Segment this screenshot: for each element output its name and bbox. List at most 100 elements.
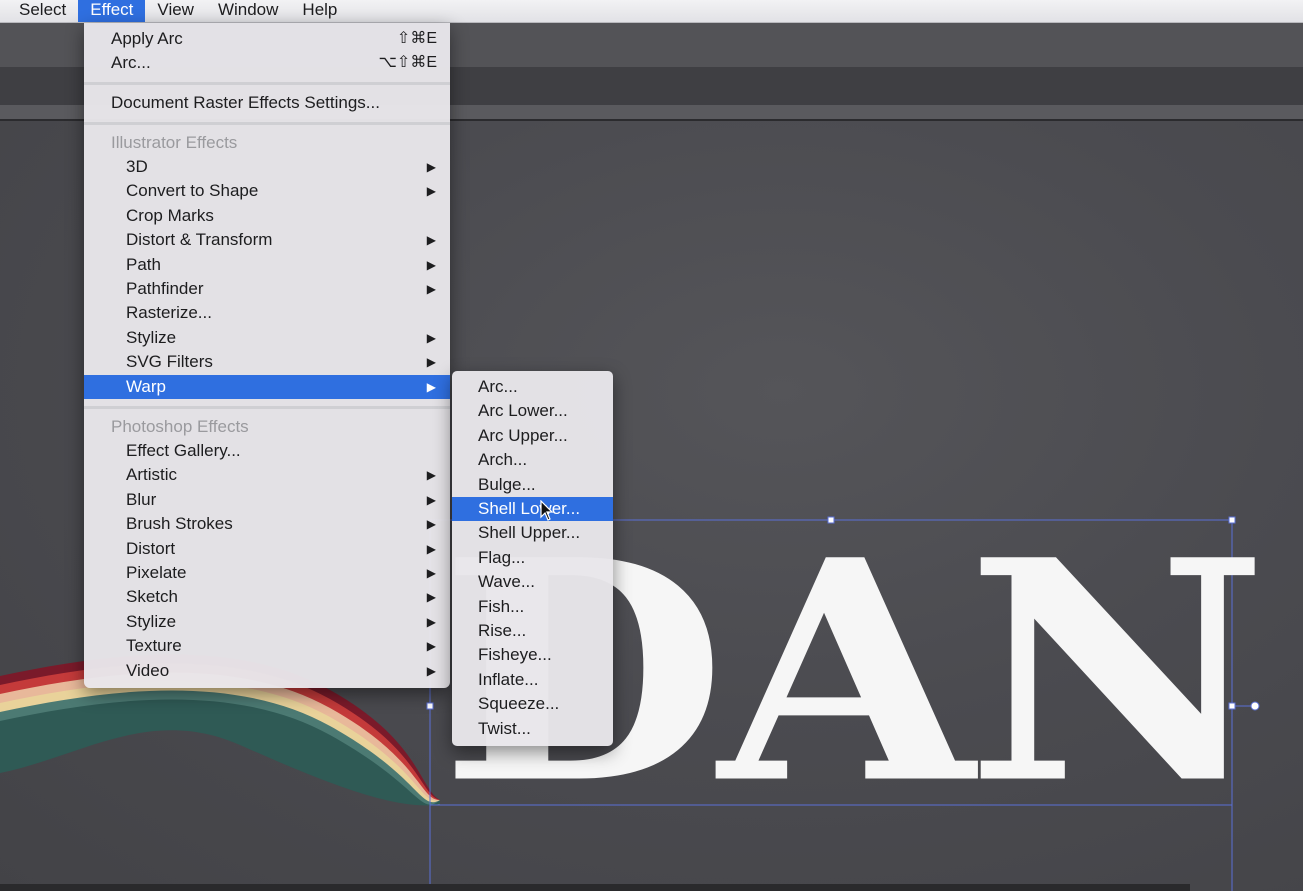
mouse-pointer-icon [540, 500, 554, 521]
menu-item-label: Rasterize... [126, 303, 212, 323]
submenu-arrow-icon: ▶ [426, 566, 436, 580]
menu-item-label: Arc... [478, 377, 518, 396]
submenu-arrow-icon: ▶ [426, 257, 436, 272]
menu-item-apply-arc[interactable]: Apply Arc ⇧⌘E [84, 27, 450, 51]
menu-item-effect-gallery[interactable]: Effect Gallery... [84, 439, 450, 463]
shortcut-label: ⇧⌘E [396, 30, 437, 47]
menu-item-label: Video [126, 660, 170, 680]
menu-item-document-raster-effects[interactable]: Document Raster Effects Settings... [84, 91, 450, 115]
submenu-arrow-icon: ▶ [426, 541, 436, 556]
menu-item-label: Stylize [126, 327, 177, 347]
menu-item-label: Squeeze... [478, 694, 560, 714]
warp-item-squeeze[interactable]: Squeeze... [452, 692, 613, 716]
menu-item-label: Arc... [111, 53, 151, 72]
warp-item-arch[interactable]: Arch... [452, 448, 613, 472]
warp-item-shell-lower[interactable]: Shell Lower... [452, 497, 613, 521]
warp-item-bulge[interactable]: Bulge... [452, 473, 613, 497]
menu-item-label: Arch... [478, 450, 528, 470]
warp-item-inflate[interactable]: Inflate... [452, 668, 613, 692]
menu-item-brush-strokes[interactable]: Brush Strokes ▶ [84, 512, 450, 536]
warp-item-arc-lower[interactable]: Arc Lower... [452, 399, 613, 423]
menubar-select[interactable]: Select [0, 0, 78, 22]
menu-item-label: Distort [126, 538, 176, 558]
menu-item-crop-marks[interactable]: Crop Marks [84, 204, 450, 228]
menu-item-label: Shell Upper... [478, 523, 581, 543]
warp-item-wave[interactable]: Wave... [452, 570, 613, 594]
warp-item-fish[interactable]: Fish... [452, 595, 613, 619]
menu-item-video[interactable]: Video ▶ [84, 659, 450, 683]
menu-item-distort[interactable]: Distort ▶ [84, 537, 450, 561]
menubar-view[interactable]: View [145, 0, 206, 22]
menu-item-label: 3D [126, 157, 148, 176]
menu-separator [84, 122, 450, 125]
menu-item-label: Apply Arc [111, 29, 183, 48]
submenu-arrow-icon: ▶ [426, 468, 436, 483]
menu-item-warp[interactable]: Warp ▶ [84, 374, 450, 399]
warp-item-arc[interactable]: Arc... [452, 375, 613, 399]
menu-item-label: Brush Strokes [126, 514, 233, 534]
menu-item-texture[interactable]: Texture ▶ [84, 634, 450, 658]
menu-item-label: Blur [126, 489, 157, 509]
menu-item-sketch[interactable]: Sketch ▶ [84, 585, 450, 609]
submenu-arrow-icon: ▶ [426, 233, 436, 248]
menu-item-artistic[interactable]: Artistic ▶ [84, 463, 450, 487]
menu-item-stylize[interactable]: Stylize ▶ [84, 326, 450, 350]
menu-item-label: Rise... [478, 621, 527, 640]
menu-item-label: Distort & Transform [126, 230, 273, 250]
menubar-effect[interactable]: Effect [78, 0, 146, 22]
illustrator-effects-header: Illustrator Effects [111, 133, 238, 152]
menu-item-label: Convert to Shape [126, 181, 259, 201]
shortcut-label: ⌥⇧⌘E [378, 54, 437, 71]
menu-item-label: SVG Filters [126, 352, 213, 372]
warp-item-rise[interactable]: Rise... [452, 619, 613, 643]
menu-item-label: Pathfinder [126, 279, 204, 298]
submenu-arrow-icon: ▶ [426, 492, 436, 507]
menu-item-label: Wave... [478, 572, 535, 592]
menu-item-stylize[interactable]: Stylize ▶ [84, 610, 450, 634]
menu-item-label: Inflate... [478, 669, 539, 689]
status-bar [0, 884, 1190, 891]
warp-item-arc-upper[interactable]: Arc Upper... [452, 424, 613, 448]
menubar-window[interactable]: Window [206, 0, 290, 22]
menu-item-svg-filters[interactable]: SVG Filters ▶ [84, 350, 450, 374]
warp-item-shell-upper[interactable]: Shell Upper... [452, 521, 613, 545]
submenu-arrow-icon: ▶ [426, 282, 436, 296]
submenu-arrow-icon: ▶ [426, 663, 436, 678]
menu-item-3d[interactable]: 3D ▶ [84, 155, 450, 179]
menu-item-label: Shell Lower... [478, 499, 581, 518]
submenu-arrow-icon: ▶ [426, 184, 436, 199]
warp-submenu: Arc... Arc Lower... Arc Upper... Arch... Bul… [452, 371, 613, 746]
warp-item-flag[interactable]: Flag... [452, 546, 613, 570]
menubar-help[interactable]: Help [290, 0, 349, 22]
submenu-arrow-icon: ▶ [426, 379, 436, 394]
menu-item-rasterize[interactable]: Rasterize... [84, 301, 450, 325]
menu-separator [84, 406, 450, 409]
menu-item-label: Bulge... [478, 474, 536, 494]
menu-item-label: Fisheye... [478, 645, 552, 665]
submenu-arrow-icon: ▶ [426, 639, 436, 654]
warp-item-twist[interactable]: Twist... [452, 717, 613, 741]
menu-item-distort-transform[interactable]: Distort & Transform ▶ [84, 228, 450, 252]
effect-menu: Apply Arc ⇧⌘E Arc... ⌥⇧⌘E Document Raste… [84, 23, 450, 688]
handle-middle-left[interactable] [426, 702, 434, 710]
submenu-arrow-icon: ▶ [426, 614, 436, 629]
menu-item-label: Pixelate [126, 563, 187, 582]
menu-item-label: Twist... [478, 718, 531, 738]
menu-item-label: Sketch [126, 587, 178, 607]
menu-item-label: Arc Lower... [478, 401, 568, 421]
menu-item-path[interactable]: Path ▶ [84, 253, 450, 277]
menu-item-pathfinder[interactable]: Pathfinder ▶ [84, 277, 450, 301]
menu-item-convert-to-shape[interactable]: Convert to Shape ▶ [84, 179, 450, 203]
warp-item-fisheye[interactable]: Fisheye... [452, 643, 613, 667]
photoshop-effects-header: Photoshop Effects [111, 417, 249, 436]
menu-item-label: Artistic [126, 465, 177, 485]
menu-item-arc[interactable]: Arc... ⌥⇧⌘E [84, 51, 450, 75]
menu-item-label: Path [126, 254, 161, 274]
menu-item-label: Crop Marks [126, 205, 214, 225]
submenu-arrow-icon: ▶ [426, 355, 436, 370]
menu-item-label: Document Raster Effects Settings... [111, 93, 380, 112]
menu-item-pixelate[interactable]: Pixelate ▶ [84, 561, 450, 585]
menubar: Select Effect View Window Help [0, 0, 1303, 23]
menu-separator [84, 82, 450, 85]
menu-item-blur[interactable]: Blur ▶ [84, 488, 450, 512]
